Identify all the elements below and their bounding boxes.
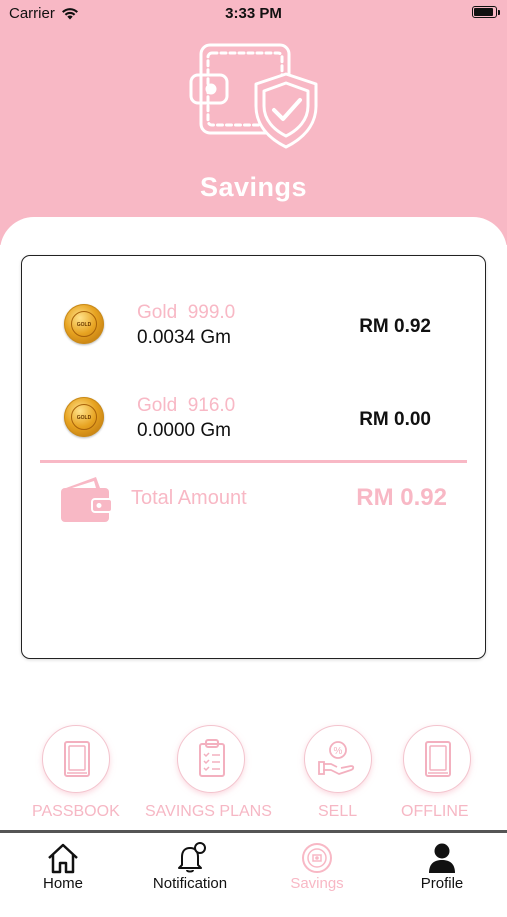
- offline-label: OFFLINE: [401, 803, 469, 820]
- wallet-icon: [61, 477, 112, 522]
- status-bar: Carrier 3:33 PM: [0, 0, 507, 30]
- clipboard-icon: [199, 739, 225, 777]
- tab-bar: Home Notification Savings Profile: [0, 830, 507, 900]
- tab-notification-label: Notification: [152, 875, 228, 892]
- divider: [40, 460, 467, 463]
- quick-actions: PASSBOOK SAVINGS PLANS % SELL OFFLINE: [0, 725, 507, 830]
- tab-home[interactable]: Home: [20, 833, 106, 900]
- book-icon: [425, 741, 451, 777]
- svg-text:%: %: [334, 746, 343, 757]
- gold-value: RM 0.00: [359, 409, 431, 430]
- tab-notification[interactable]: Notification: [140, 833, 240, 900]
- offline-circle: [403, 725, 471, 793]
- gold-coin-icon: GOLD: [64, 397, 104, 437]
- coin-label: GOLD: [76, 415, 92, 421]
- tab-savings-label: Savings: [290, 875, 344, 892]
- savings-plans-circle: [177, 725, 245, 793]
- sell-circle: %: [304, 725, 372, 793]
- gold-type-label: Gold 999.0: [137, 302, 236, 323]
- bell-icon: [178, 842, 206, 873]
- book-icon: [64, 741, 90, 777]
- tab-profile-label: Profile: [420, 875, 464, 892]
- page-title: Savings: [199, 172, 308, 202]
- sell-label: SELL: [318, 803, 358, 820]
- gold-coin-icon: GOLD: [64, 304, 104, 344]
- battery-icon: [472, 6, 500, 18]
- gold-value: RM 0.92: [359, 316, 431, 337]
- gold-type-label: Gold 916.0: [137, 395, 236, 416]
- passbook-circle: [42, 725, 110, 793]
- user-icon: [429, 843, 455, 873]
- tab-profile[interactable]: Profile: [402, 833, 482, 900]
- total-amount-value: RM 0.92: [356, 484, 447, 511]
- coin-label: GOLD: [76, 322, 92, 328]
- savings-plans-label: SAVINGS PLANS: [145, 803, 272, 820]
- gold-999-row[interactable]: GOLD Gold 999.0 0.0034 Gm RM 0.92: [22, 294, 485, 354]
- gold-weight: 0.0000 Gm: [137, 420, 231, 441]
- total-amount-label: Total Amount: [131, 487, 247, 509]
- status-time: 3:33 PM: [225, 5, 282, 22]
- tab-savings[interactable]: Savings: [272, 833, 362, 900]
- total-row: Total Amount RM 0.92: [22, 474, 485, 530]
- sell-hand-coin-icon: %: [318, 741, 355, 775]
- savings-coin-icon: [302, 843, 332, 873]
- home-icon: [48, 843, 78, 874]
- gold-weight: 0.0034 Gm: [137, 327, 231, 348]
- gold-916-row[interactable]: GOLD Gold 916.0 0.0000 Gm RM 0.00: [22, 387, 485, 447]
- tab-home-label: Home: [42, 875, 83, 892]
- savings-summary-card: GOLD Gold 999.0 0.0034 Gm RM 0.92 GOLD G…: [21, 255, 486, 659]
- passbook-label: PASSBOOK: [32, 803, 120, 820]
- wallet-shield-icon: [189, 43, 318, 149]
